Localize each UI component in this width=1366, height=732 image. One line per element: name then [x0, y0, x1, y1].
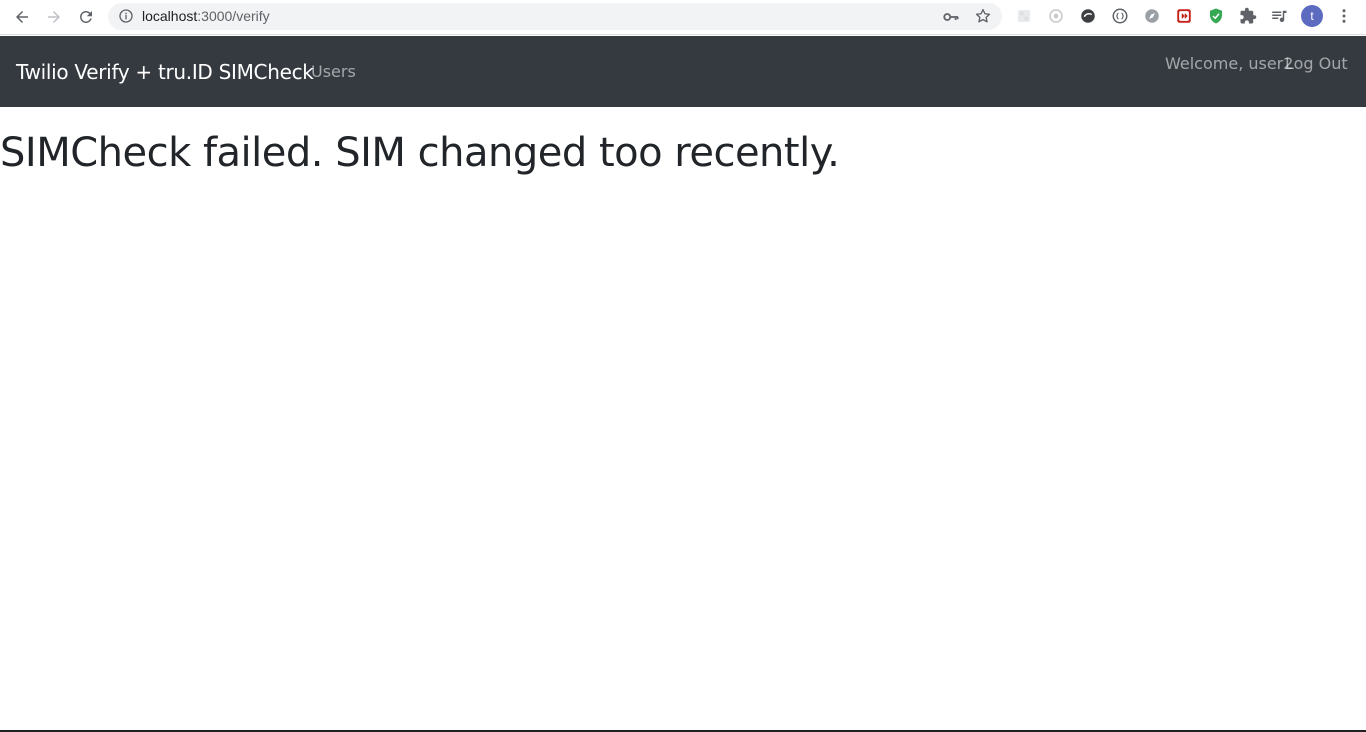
extensions-puzzle-icon[interactable] [1238, 6, 1258, 26]
back-button[interactable] [10, 5, 34, 29]
page-heading: SIMCheck failed. SIM changed too recentl… [0, 130, 840, 176]
reading-list-icon[interactable] [1269, 6, 1289, 26]
logout-link[interactable]: Log Out [1285, 36, 1348, 92]
extension-target-icon[interactable] [1046, 6, 1066, 26]
extension-shield-icon[interactable] [1206, 6, 1226, 26]
extension-dark-circle-icon[interactable] [1078, 6, 1098, 26]
extension-red-play-icon[interactable] [1174, 6, 1194, 26]
browser-toolbar: localhost:3000/verify t [0, 0, 1366, 35]
back-arrow-icon [16, 11, 28, 23]
extension-braces-icon[interactable] [1110, 6, 1130, 26]
url-text[interactable]: localhost:3000/verify [142, 3, 270, 30]
extension-compass-icon[interactable] [1142, 6, 1162, 26]
info-icon[interactable] [118, 8, 134, 24]
url-host: localhost [142, 8, 198, 24]
welcome-text: Welcome, user2 [1165, 54, 1294, 73]
key-icon[interactable] [942, 8, 960, 26]
browser-menu-icon[interactable] [1334, 6, 1354, 26]
nav-link-users[interactable]: Users [311, 36, 356, 108]
navbar-brand[interactable]: Twilio Verify + tru.ID SIMCheck [16, 36, 314, 108]
url-path: :3000/verify [197, 8, 270, 24]
app-navbar: Twilio Verify + tru.ID SIMCheck Users We… [0, 36, 1366, 107]
bookmark-star-icon[interactable] [974, 7, 992, 25]
extension-grid-icon[interactable] [1014, 6, 1034, 26]
address-bar[interactable]: localhost:3000/verify [108, 3, 1002, 30]
reload-icon [79, 10, 92, 23]
forward-button[interactable] [42, 5, 66, 29]
reload-button[interactable] [74, 5, 98, 29]
forward-arrow-icon [48, 11, 60, 23]
profile-avatar[interactable]: t [1301, 5, 1323, 27]
